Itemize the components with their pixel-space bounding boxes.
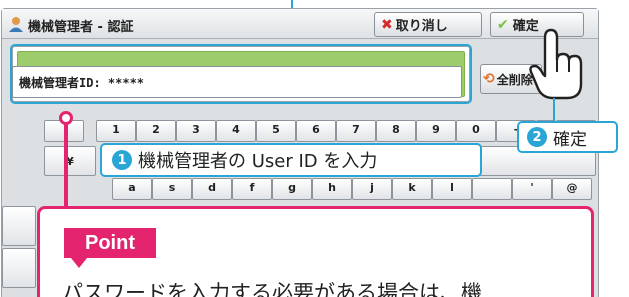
key[interactable] (472, 178, 512, 200)
key-7[interactable]: 7 (336, 120, 376, 142)
key-0[interactable]: 0 (456, 120, 496, 142)
point-tag: Point (64, 228, 156, 258)
key-yen[interactable]: ¥ (44, 146, 96, 176)
cancel-label: 取り消し (395, 19, 448, 34)
step2-connector (553, 98, 555, 122)
pointer-hand-icon (529, 28, 583, 100)
step2-callout: 2 確定 (517, 121, 618, 153)
point-tag-tail (71, 258, 87, 268)
key-4[interactable]: 4 (216, 120, 256, 142)
key-at[interactable]: @ (552, 178, 592, 200)
key-shift[interactable] (2, 206, 36, 246)
point-text: パスワードを入力する必要がある場合は、機 (62, 281, 482, 297)
cancel-x-icon: ✖ (381, 16, 393, 33)
key-6[interactable]: 6 (296, 120, 336, 142)
step1-callout: 1 機械管理者の User ID を入力 (100, 143, 482, 177)
key-2[interactable]: 2 (136, 120, 176, 142)
key-f[interactable]: f (232, 178, 272, 200)
step1-text: 機械管理者の User ID を入力 (138, 151, 378, 172)
key-l[interactable]: l (432, 178, 472, 200)
dialog-title: 機械管理者 - 認証 (28, 20, 134, 35)
step1-number: 1 (112, 150, 132, 170)
key-3[interactable]: 3 (176, 120, 216, 142)
key-8[interactable]: 8 (376, 120, 416, 142)
point-connector-dot (59, 111, 73, 125)
step2-text: 確定 (553, 129, 587, 150)
key-9[interactable]: 9 (416, 120, 456, 142)
key-bottom-left[interactable] (2, 248, 36, 288)
cancel-button[interactable]: ✖ 取り消し (374, 12, 482, 37)
step2-number: 2 (527, 127, 547, 147)
key-a[interactable]: a (112, 178, 152, 200)
check-icon: ✔ (497, 16, 509, 33)
key-g[interactable]: g (272, 178, 312, 200)
key-s[interactable]: s (152, 178, 192, 200)
key-h[interactable]: h (312, 178, 352, 200)
key-apostrophe[interactable]: ' (512, 178, 552, 200)
input-callout-frame (10, 44, 472, 104)
key-k[interactable]: k (392, 178, 432, 200)
title-bar: 機械管理者 - 認証 ✖ 取り消し ✔ 確定 (2, 9, 598, 39)
key-d[interactable]: d (192, 178, 232, 200)
point-connector (64, 124, 68, 214)
clear-icon: ⟲ (483, 71, 495, 87)
key-1[interactable]: 1 (96, 120, 136, 142)
key-j[interactable]: j (352, 178, 392, 200)
key-5[interactable]: 5 (256, 120, 296, 142)
user-icon (9, 17, 23, 32)
